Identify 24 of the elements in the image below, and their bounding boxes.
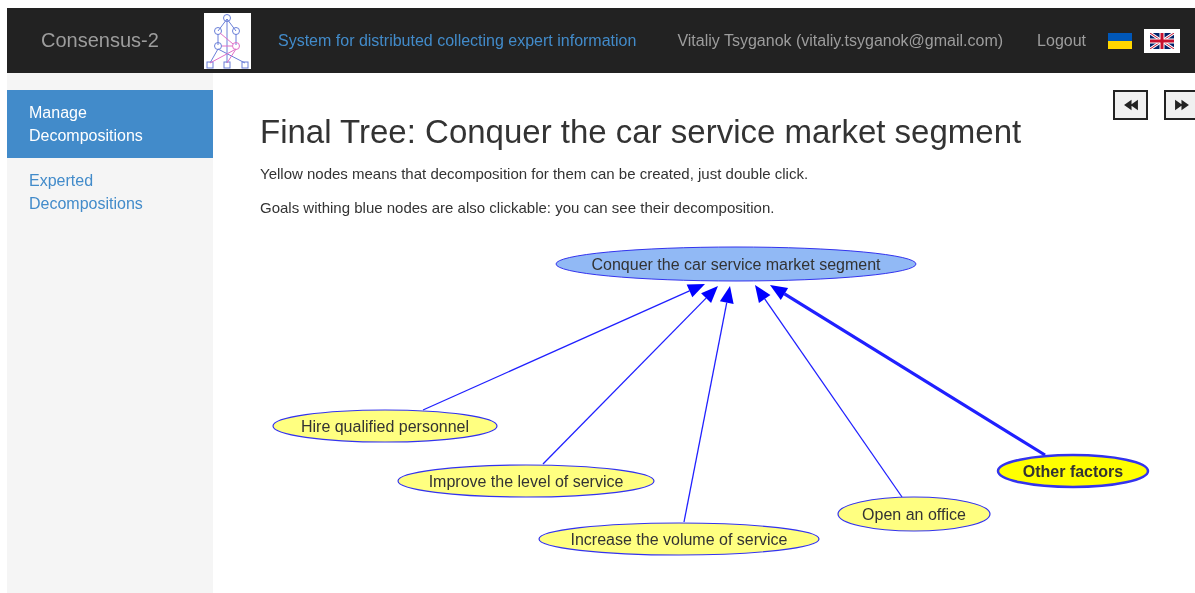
fast-forward-icon xyxy=(1173,99,1190,111)
goal-node[interactable]: Hire qualified personnel xyxy=(272,409,498,443)
sidebar-item[interactable]: Manage Decompositions xyxy=(7,90,213,158)
language-button[interactable] xyxy=(1108,32,1133,49)
root-goal-node[interactable]: Conquer the car service market segment xyxy=(555,246,917,282)
british-flag-icon xyxy=(1150,32,1175,49)
logout-button[interactable]: Logout xyxy=(1037,31,1087,50)
goal-node[interactable]: Increase the volume of service xyxy=(538,522,820,556)
hint-text: Yellow nodes means that decomposition for them can be created, just double click. xyxy=(260,165,810,182)
brand-title[interactable]: Consensus-2 xyxy=(41,29,171,52)
tagline-link[interactable]: System for distributed collecting expert information xyxy=(278,31,637,50)
page-title: Final Tree: Conquer the car service market segment xyxy=(260,113,1023,151)
user-name: Vitaliy Tsyganok (vitaliy.tsyganok@gmail.com) xyxy=(677,31,1004,50)
sidebar-item[interactable]: Experted Decompositions xyxy=(7,158,213,226)
next-button[interactable] xyxy=(1164,90,1195,120)
goal-node[interactable]: Open an office xyxy=(837,496,991,532)
ukraine-flag-icon xyxy=(1108,32,1133,49)
rewind-icon xyxy=(1122,99,1139,111)
previous-button[interactable] xyxy=(1113,90,1148,120)
hint-text: Goals withing blue nodes are also clickable: you can see their decomposition. xyxy=(260,199,776,216)
goal-node[interactable]: Other factors xyxy=(996,453,1150,489)
goal-node[interactable]: Improve the level of service xyxy=(397,464,655,498)
tree-logo-icon xyxy=(204,12,251,69)
language-button[interactable] xyxy=(1144,28,1181,53)
